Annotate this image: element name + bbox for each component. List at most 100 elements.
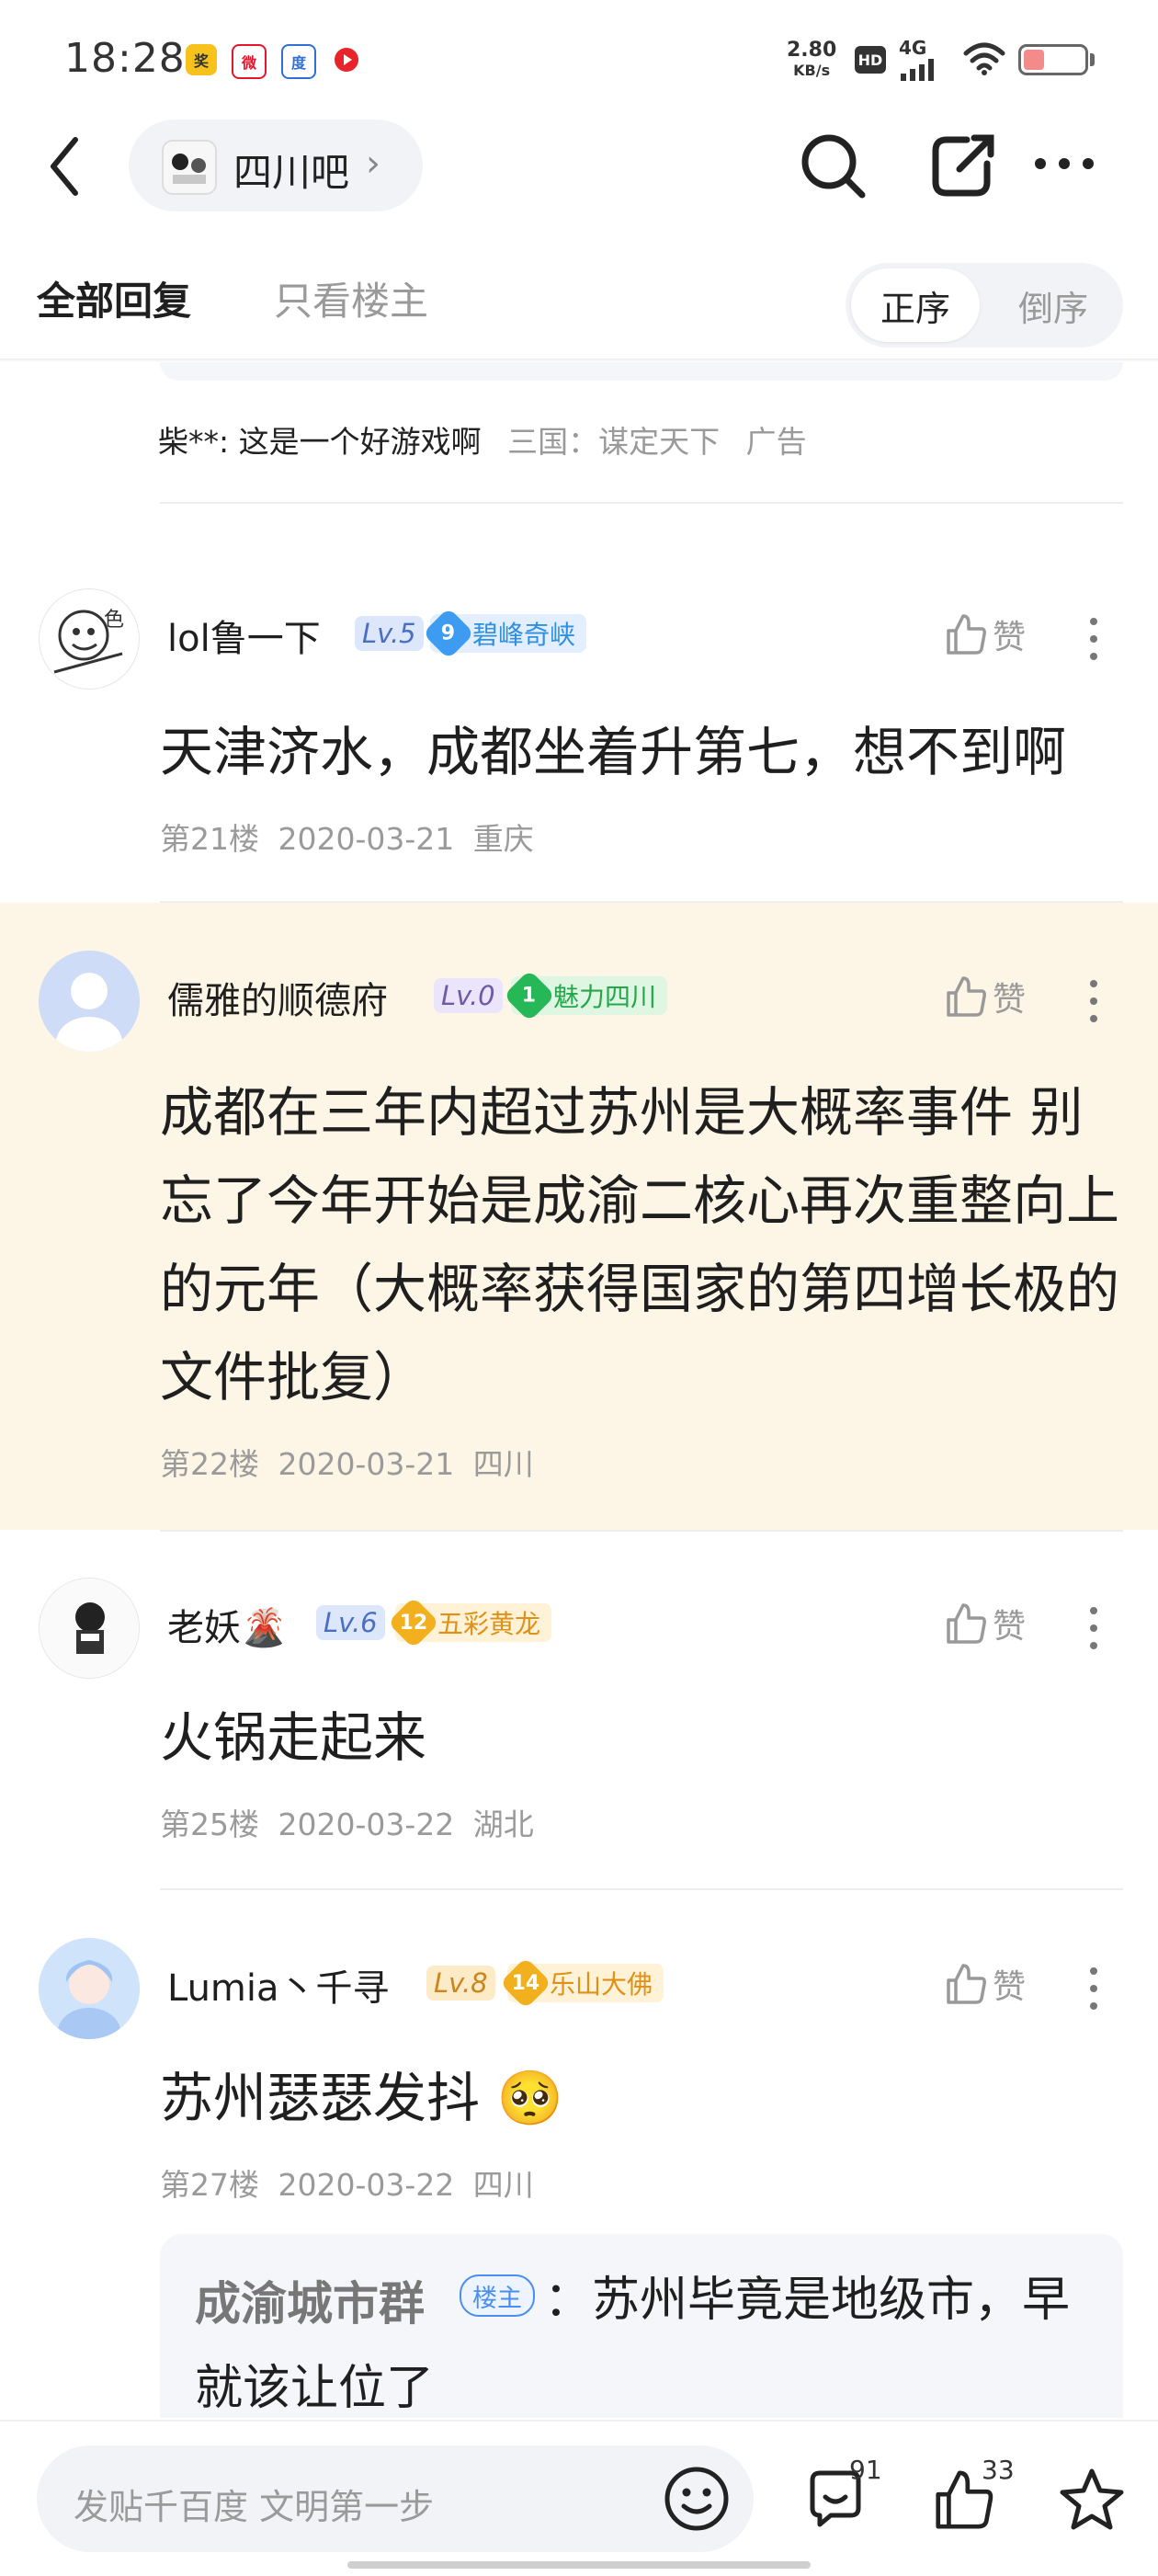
post-location: 湖北: [472, 1807, 534, 1842]
badge-label: 魅力四川: [553, 982, 657, 1012]
post-date: 2020-03-22: [278, 2167, 455, 2203]
thumbs-up-icon: [947, 1964, 986, 2004]
ad-game-title: 三国：谋定天下: [507, 424, 721, 460]
sub-reply-author[interactable]: 成渝城市群: [195, 2267, 425, 2333]
badge-label: 乐山大佛: [550, 1969, 653, 2000]
post-text: 苏州瑟瑟发抖: [160, 2067, 481, 2129]
emoji-icon[interactable]: [662, 2464, 732, 2537]
pleading-face-icon: 🥺: [496, 2067, 563, 2129]
divider: [160, 1888, 1123, 1890]
wifi-icon: [963, 42, 1005, 79]
badge-number: 1: [522, 984, 537, 1008]
more-icon[interactable]: [1033, 156, 1096, 175]
comment-count: 91: [849, 2455, 882, 2485]
badge-label: 五彩黄龙: [437, 1609, 541, 1639]
avatar[interactable]: [39, 1578, 140, 1679]
weibo-icon: 微: [232, 44, 267, 79]
thumbs-up-icon: [947, 1603, 986, 1644]
post-meta: 第21楼 2020-03-21 重庆: [160, 815, 534, 859]
like-button[interactable]: 赞: [943, 973, 1026, 1020]
username[interactable]: 儒雅的顺德府: [167, 971, 388, 1024]
post-more-icon[interactable]: [1086, 978, 1101, 1028]
battery-tip: [1090, 53, 1095, 66]
tab-op-only[interactable]: 只看楼主: [274, 270, 428, 326]
reply-placeholder[interactable]: 发贴千百度 文明第一步: [74, 2479, 434, 2529]
like-button[interactable]: 赞: [943, 1960, 1026, 2008]
back-icon[interactable]: [46, 134, 83, 202]
post-location: 重庆: [472, 821, 534, 857]
status-time: 18:28: [64, 35, 186, 82]
badge-number: 9: [441, 621, 456, 645]
tab-all-replies[interactable]: 全部回复: [37, 270, 191, 326]
chevron-right-icon: ›: [366, 142, 380, 185]
post-content: 天津济水，成都坐着升第七，想不到啊: [160, 721, 1067, 783]
avatar[interactable]: 色: [39, 588, 140, 690]
like-button[interactable]: 赞: [943, 610, 1026, 658]
post-meta: 第22楼 2020-03-21 四川: [160, 1440, 534, 1484]
post-more-icon[interactable]: [1086, 1605, 1101, 1655]
signal-icon: 4G: [899, 37, 936, 85]
divider: [160, 502, 1123, 504]
avatar[interactable]: [39, 1938, 140, 2039]
level-badge: Lv.5: [355, 616, 424, 651]
username[interactable]: 老妖🌋: [167, 1598, 287, 1651]
post-content: 成都在三年内超过苏州是大概率事件 别忘了今年开始是成渝二核心再次重整向上的元年（…: [160, 1081, 1120, 1408]
net-speed-unit: KB/s: [793, 62, 831, 79]
forum-name[interactable]: 四川吧: [233, 142, 349, 198]
like-label: 赞: [993, 1968, 1027, 2006]
share-icon[interactable]: [926, 129, 1000, 206]
member-badge[interactable]: 12 五彩黄龙: [387, 1596, 552, 1649]
post-meta: 第25楼 2020-03-22 湖北: [160, 1800, 534, 1844]
member-badge[interactable]: 9 碧峰奇峡: [422, 607, 587, 660]
like-button[interactable]: 赞: [943, 1600, 1026, 1647]
level-badge: Lv.8: [426, 1966, 495, 2000]
member-badge[interactable]: 14 乐山大佛: [499, 1956, 664, 2010]
sort-desc-button[interactable]: 倒序: [989, 268, 1118, 342]
like-label: 赞: [993, 619, 1027, 656]
post-location: 四川: [472, 2167, 534, 2203]
previous-sub-reply-edge: [160, 362, 1123, 381]
home-indicator[interactable]: [347, 2561, 811, 2569]
level-badge: Lv.0: [434, 978, 503, 1013]
post-date: 2020-03-22: [278, 1807, 455, 1842]
search-icon[interactable]: [796, 129, 869, 206]
op-badge: 楼主: [460, 2274, 535, 2317]
battery-icon: [1018, 44, 1088, 75]
post-content: 火锅走起来: [160, 1706, 427, 1769]
post-content: 苏州瑟瑟发抖 🥺: [160, 2054, 1125, 2142]
post-date: 2020-03-21: [278, 821, 455, 857]
avatar[interactable]: [39, 951, 140, 1052]
like-count: 33: [982, 2455, 1015, 2485]
svg-text:色: 色: [104, 609, 124, 632]
post-more-icon[interactable]: [1086, 1966, 1101, 2015]
thumbs-up-icon: [947, 614, 986, 655]
badge-number: 12: [399, 1611, 428, 1635]
sort-asc-button[interactable]: 正序: [851, 268, 980, 342]
badge-number: 14: [511, 1971, 540, 1995]
baidu-icon: 度: [281, 44, 316, 79]
username[interactable]: lol鲁一下: [167, 609, 321, 662]
hd-icon: HD: [855, 46, 886, 74]
net-speed-value: 2.80: [787, 39, 837, 62]
post-meta: 第27楼 2020-03-22 四川: [160, 2160, 534, 2205]
level-badge: Lv.6: [316, 1605, 385, 1640]
divider: [160, 1530, 1123, 1532]
post-more-icon[interactable]: [1086, 616, 1101, 666]
ad-user-text: 柴**: 这是一个好游戏啊: [158, 424, 482, 460]
video-app-icon: [331, 44, 362, 75]
post-location: 四川: [472, 1446, 534, 1482]
network-speed: 2.80 KB/s: [787, 40, 836, 81]
floor-number: 第22楼: [160, 1446, 259, 1482]
floor-number: 第27楼: [160, 2167, 259, 2203]
signal-label: 4G: [899, 37, 927, 59]
ad-line[interactable]: 柴**: 这是一个好游戏啊 三国：谋定天下 广告: [158, 417, 807, 462]
username[interactable]: Lumia丶千寻: [167, 1958, 390, 2012]
like-label: 赞: [993, 1608, 1027, 1646]
ad-label: 广告: [745, 424, 807, 460]
like-label: 赞: [993, 981, 1027, 1019]
floor-number: 第25楼: [160, 1807, 259, 1842]
star-icon[interactable]: [1057, 2466, 1127, 2539]
floor-number: 第21楼: [160, 821, 259, 857]
divider: [160, 901, 1123, 903]
member-badge[interactable]: 1 魅力四川: [503, 969, 668, 1022]
